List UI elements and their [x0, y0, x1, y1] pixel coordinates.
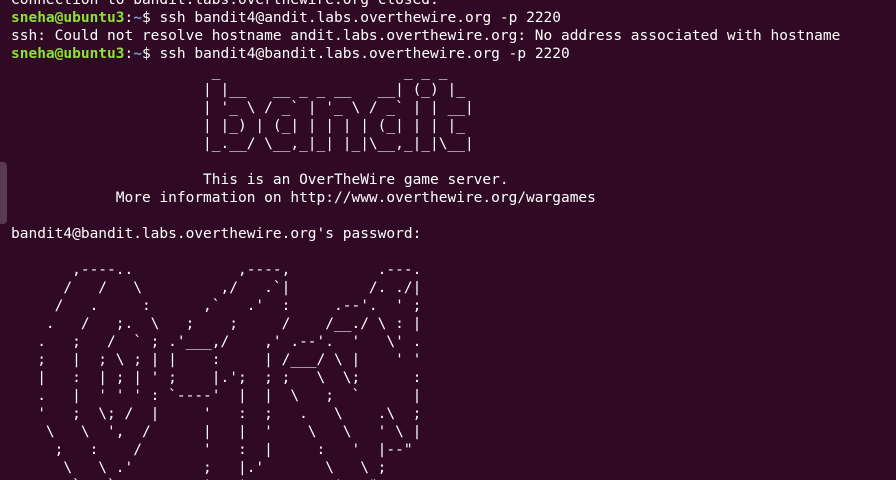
prompt-symbol: $: [141, 10, 160, 26]
welcome-line: This is an OverTheWire game server.: [11, 172, 509, 188]
prompt-path: ~: [133, 46, 142, 62]
bandit-ascii-banner: _ _ _ _ | |__ __ _ _ __ __| (_) |_ | '_ …: [203, 64, 474, 152]
password-prompt[interactable]: bandit4@bandit.labs.overthewire.org's pa…: [11, 225, 896, 243]
closed-connection-line: Connection to bandit.labs.overthewire.or…: [11, 0, 439, 8]
prompt-user: sneha@ubuntu3: [11, 10, 125, 26]
scrollbar-handle[interactable]: [0, 162, 7, 224]
overthewire-ascii-logo: ,----.. ,----, .---. / / \ ,/ .`| /. ./|…: [37, 262, 422, 480]
prompt-path: ~: [133, 10, 142, 26]
prompt-line-2: sneha@ubuntu3:~$ ssh bandit4@bandit.labs…: [11, 46, 570, 62]
prompt-user: sneha@ubuntu3: [11, 46, 125, 62]
prompt-symbol: $: [141, 46, 160, 62]
terminal-output: Connection to bandit.labs.overthewire.or…: [11, 0, 896, 480]
terminal-window[interactable]: Connection to bandit.labs.overthewire.or…: [0, 0, 896, 480]
prompt-line-1: sneha@ubuntu3:~$ ssh bandit4@andit.labs.…: [11, 10, 562, 26]
info-line: More information on http://www.overthewi…: [11, 190, 596, 206]
command-text: ssh bandit4@andit.labs.overthewire.org -…: [159, 10, 562, 26]
command-text: ssh bandit4@bandit.labs.overthewire.org …: [159, 46, 570, 62]
error-line: ssh: Could not resolve hostname andit.la…: [11, 28, 841, 44]
